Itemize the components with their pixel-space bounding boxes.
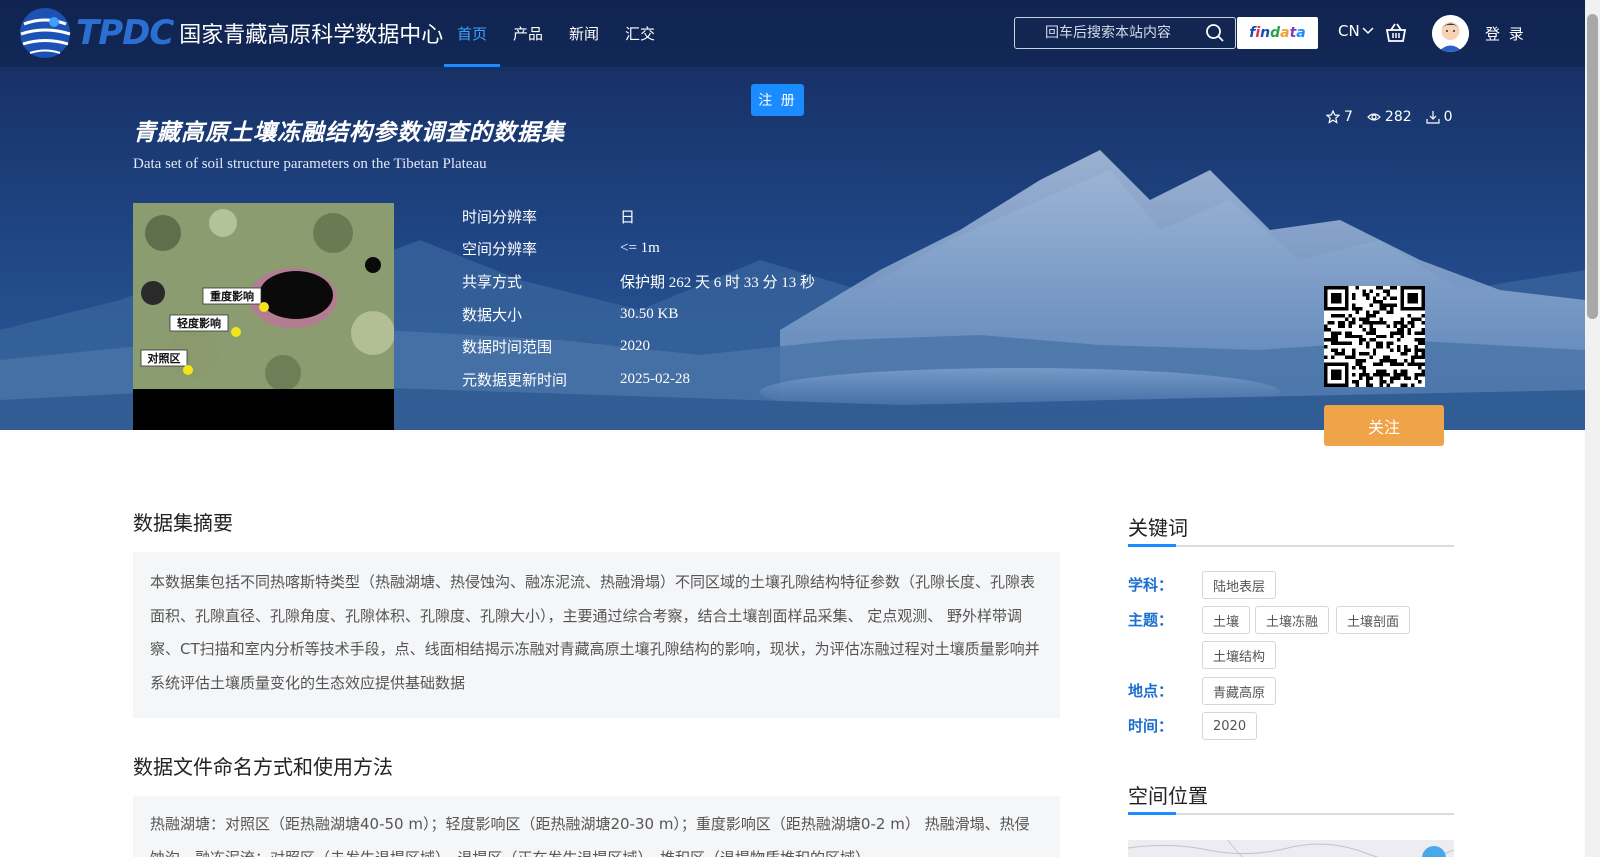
location-map[interactable] xyxy=(1128,840,1454,857)
shopping-basket-icon[interactable] xyxy=(1385,22,1407,44)
globe-logo-icon xyxy=(20,8,71,58)
meta-label: 数据大小 xyxy=(462,305,523,324)
meta-label: 元数据更新时间 xyxy=(462,370,568,389)
abstract-text: 本数据集包括不同热喀斯特类型（热融湖塘、热侵蚀沟、融冻泥流、热融滑塌）不同区域的… xyxy=(150,573,1040,692)
meta-value: 2020 xyxy=(620,338,650,355)
meta-row: 共享方式 保护期 262 天 6 时 33 分 13 秒 xyxy=(462,265,815,298)
dataset-thumbnail[interactable]: 重度影响 轻度影响 对照区 xyxy=(133,203,394,430)
keyword-group-label: 学科： xyxy=(1128,576,1174,594)
meta-row: 数据大小 30.50 KB xyxy=(462,298,815,331)
qr-code-icon xyxy=(1324,286,1425,387)
meta-value: 保护期 262 天 6 时 33 分 13 秒 xyxy=(620,274,816,291)
download-stat: 0 xyxy=(1426,109,1453,125)
thumb-label-severe: 重度影响 xyxy=(210,289,254,303)
login-link[interactable]: 登 录 xyxy=(1485,23,1526,44)
eye-icon xyxy=(1367,113,1381,121)
search-box xyxy=(1014,17,1236,49)
view-count: 282 xyxy=(1384,109,1412,125)
language-selector[interactable]: CN xyxy=(1338,22,1374,40)
nav-products[interactable]: 产品 xyxy=(500,0,556,67)
dataset-title: 青藏高原土壤冻融结构参数调查的数据集 xyxy=(133,120,565,146)
thumbnail-image: 重度影响 轻度影响 对照区 xyxy=(133,203,394,430)
keyword-tag[interactable]: 青藏高原 xyxy=(1202,677,1277,705)
abstract-box: 本数据集包括不同热喀斯特类型（热融湖塘、热侵蚀沟、融冻泥流、热融滑塌）不同区域的… xyxy=(133,552,1060,718)
keyword-tag[interactable]: 土壤剖面 xyxy=(1336,606,1411,634)
keyword-tag[interactable]: 2020 xyxy=(1202,712,1258,740)
language-label: CN xyxy=(1338,22,1360,40)
keywords-divider xyxy=(1128,544,1454,547)
meta-value: 日 xyxy=(620,209,636,226)
keyword-group-label: 主题： xyxy=(1128,611,1174,629)
meta-label: 数据时间范围 xyxy=(462,338,553,357)
logo-abbr: TPDC xyxy=(76,13,174,53)
meta-row: 元数据更新时间 2025-02-28 xyxy=(462,363,815,396)
thumb-label-light: 轻度影响 xyxy=(177,316,221,330)
download-icon xyxy=(1426,111,1440,124)
keyword-tag[interactable]: 土壤结构 xyxy=(1202,641,1277,669)
meta-label: 时间分辨率 xyxy=(462,207,538,226)
meta-row: 时间分辨率 日 xyxy=(462,200,815,233)
keyword-tag[interactable]: 土壤冻融 xyxy=(1255,606,1330,634)
abstract-title: 数据集摘要 xyxy=(133,511,233,535)
keyword-tag[interactable]: 陆地表层 xyxy=(1202,571,1277,599)
main-nav: 首页 产品 新闻 汇交 xyxy=(444,0,668,67)
dataset-metadata: 时间分辨率 日 空间分辨率 <= 1m 共享方式 保护期 262 天 6 时 3… xyxy=(462,200,815,396)
meta-row: 数据时间范围 2020 xyxy=(462,330,815,363)
meta-value: <= 1m xyxy=(620,240,660,257)
register-button[interactable]: 注 册 xyxy=(751,84,804,116)
top-header: TPDC 国家青藏高原科学数据中心 首页 产品 新闻 汇交 findata CN xyxy=(0,0,1585,67)
star-count: 7 xyxy=(1344,109,1353,125)
star-icon xyxy=(1326,110,1340,124)
search-icon[interactable] xyxy=(1205,23,1225,43)
user-avatar[interactable] xyxy=(1432,15,1469,52)
findata-button[interactable]: findata xyxy=(1237,17,1318,49)
view-stat: 282 xyxy=(1367,109,1412,125)
location-title: 空间位置 xyxy=(1128,784,1208,808)
map-image xyxy=(1128,840,1454,857)
dataset-subtitle: Data set of soil structure parameters on… xyxy=(133,156,487,172)
nav-news[interactable]: 新闻 xyxy=(556,0,612,67)
star-stat[interactable]: 7 xyxy=(1326,109,1353,125)
meta-label: 共享方式 xyxy=(462,272,523,291)
site-logo[interactable]: TPDC 国家青藏高原科学数据中心 xyxy=(16,4,443,62)
thumb-label-control: 对照区 xyxy=(148,351,181,365)
keyword-group-label: 时间： xyxy=(1128,717,1174,735)
keyword-tag[interactable]: 土壤 xyxy=(1202,606,1251,634)
naming-title: 数据文件命名方式和使用方法 xyxy=(133,755,393,779)
naming-text: 热融湖塘：对照区（距热融湖塘40-50 m）；轻度影响区（距热融湖塘20-30 … xyxy=(150,815,1030,857)
avatar-icon xyxy=(1432,15,1469,52)
meta-value: 30.50 KB xyxy=(620,305,679,322)
search-input[interactable] xyxy=(1015,18,1201,48)
scrollbar-thumb[interactable] xyxy=(1587,14,1598,319)
naming-box: 热融湖塘：对照区（距热融湖塘40-50 m）；轻度影响区（距热融湖塘20-30 … xyxy=(133,796,1060,857)
qr-code xyxy=(1324,286,1425,387)
meta-value: 2025-02-28 xyxy=(620,370,690,387)
nav-home[interactable]: 首页 xyxy=(444,0,501,67)
dataset-stats: 7 282 0 xyxy=(1312,109,1453,125)
keywords-title: 关键词 xyxy=(1128,516,1188,540)
download-count: 0 xyxy=(1443,109,1453,125)
meta-row: 空间分辨率 <= 1m xyxy=(462,233,815,266)
page-scrollbar[interactable] xyxy=(1585,0,1600,857)
chevron-down-icon xyxy=(1362,27,1374,35)
location-divider xyxy=(1128,812,1454,815)
keyword-group-label: 地点： xyxy=(1128,682,1174,700)
meta-label: 空间分辨率 xyxy=(462,240,538,259)
nav-submit[interactable]: 汇交 xyxy=(612,0,668,67)
follow-button[interactable]: 关注 xyxy=(1324,405,1444,446)
site-name: 国家青藏高原科学数据中心 xyxy=(179,23,444,48)
